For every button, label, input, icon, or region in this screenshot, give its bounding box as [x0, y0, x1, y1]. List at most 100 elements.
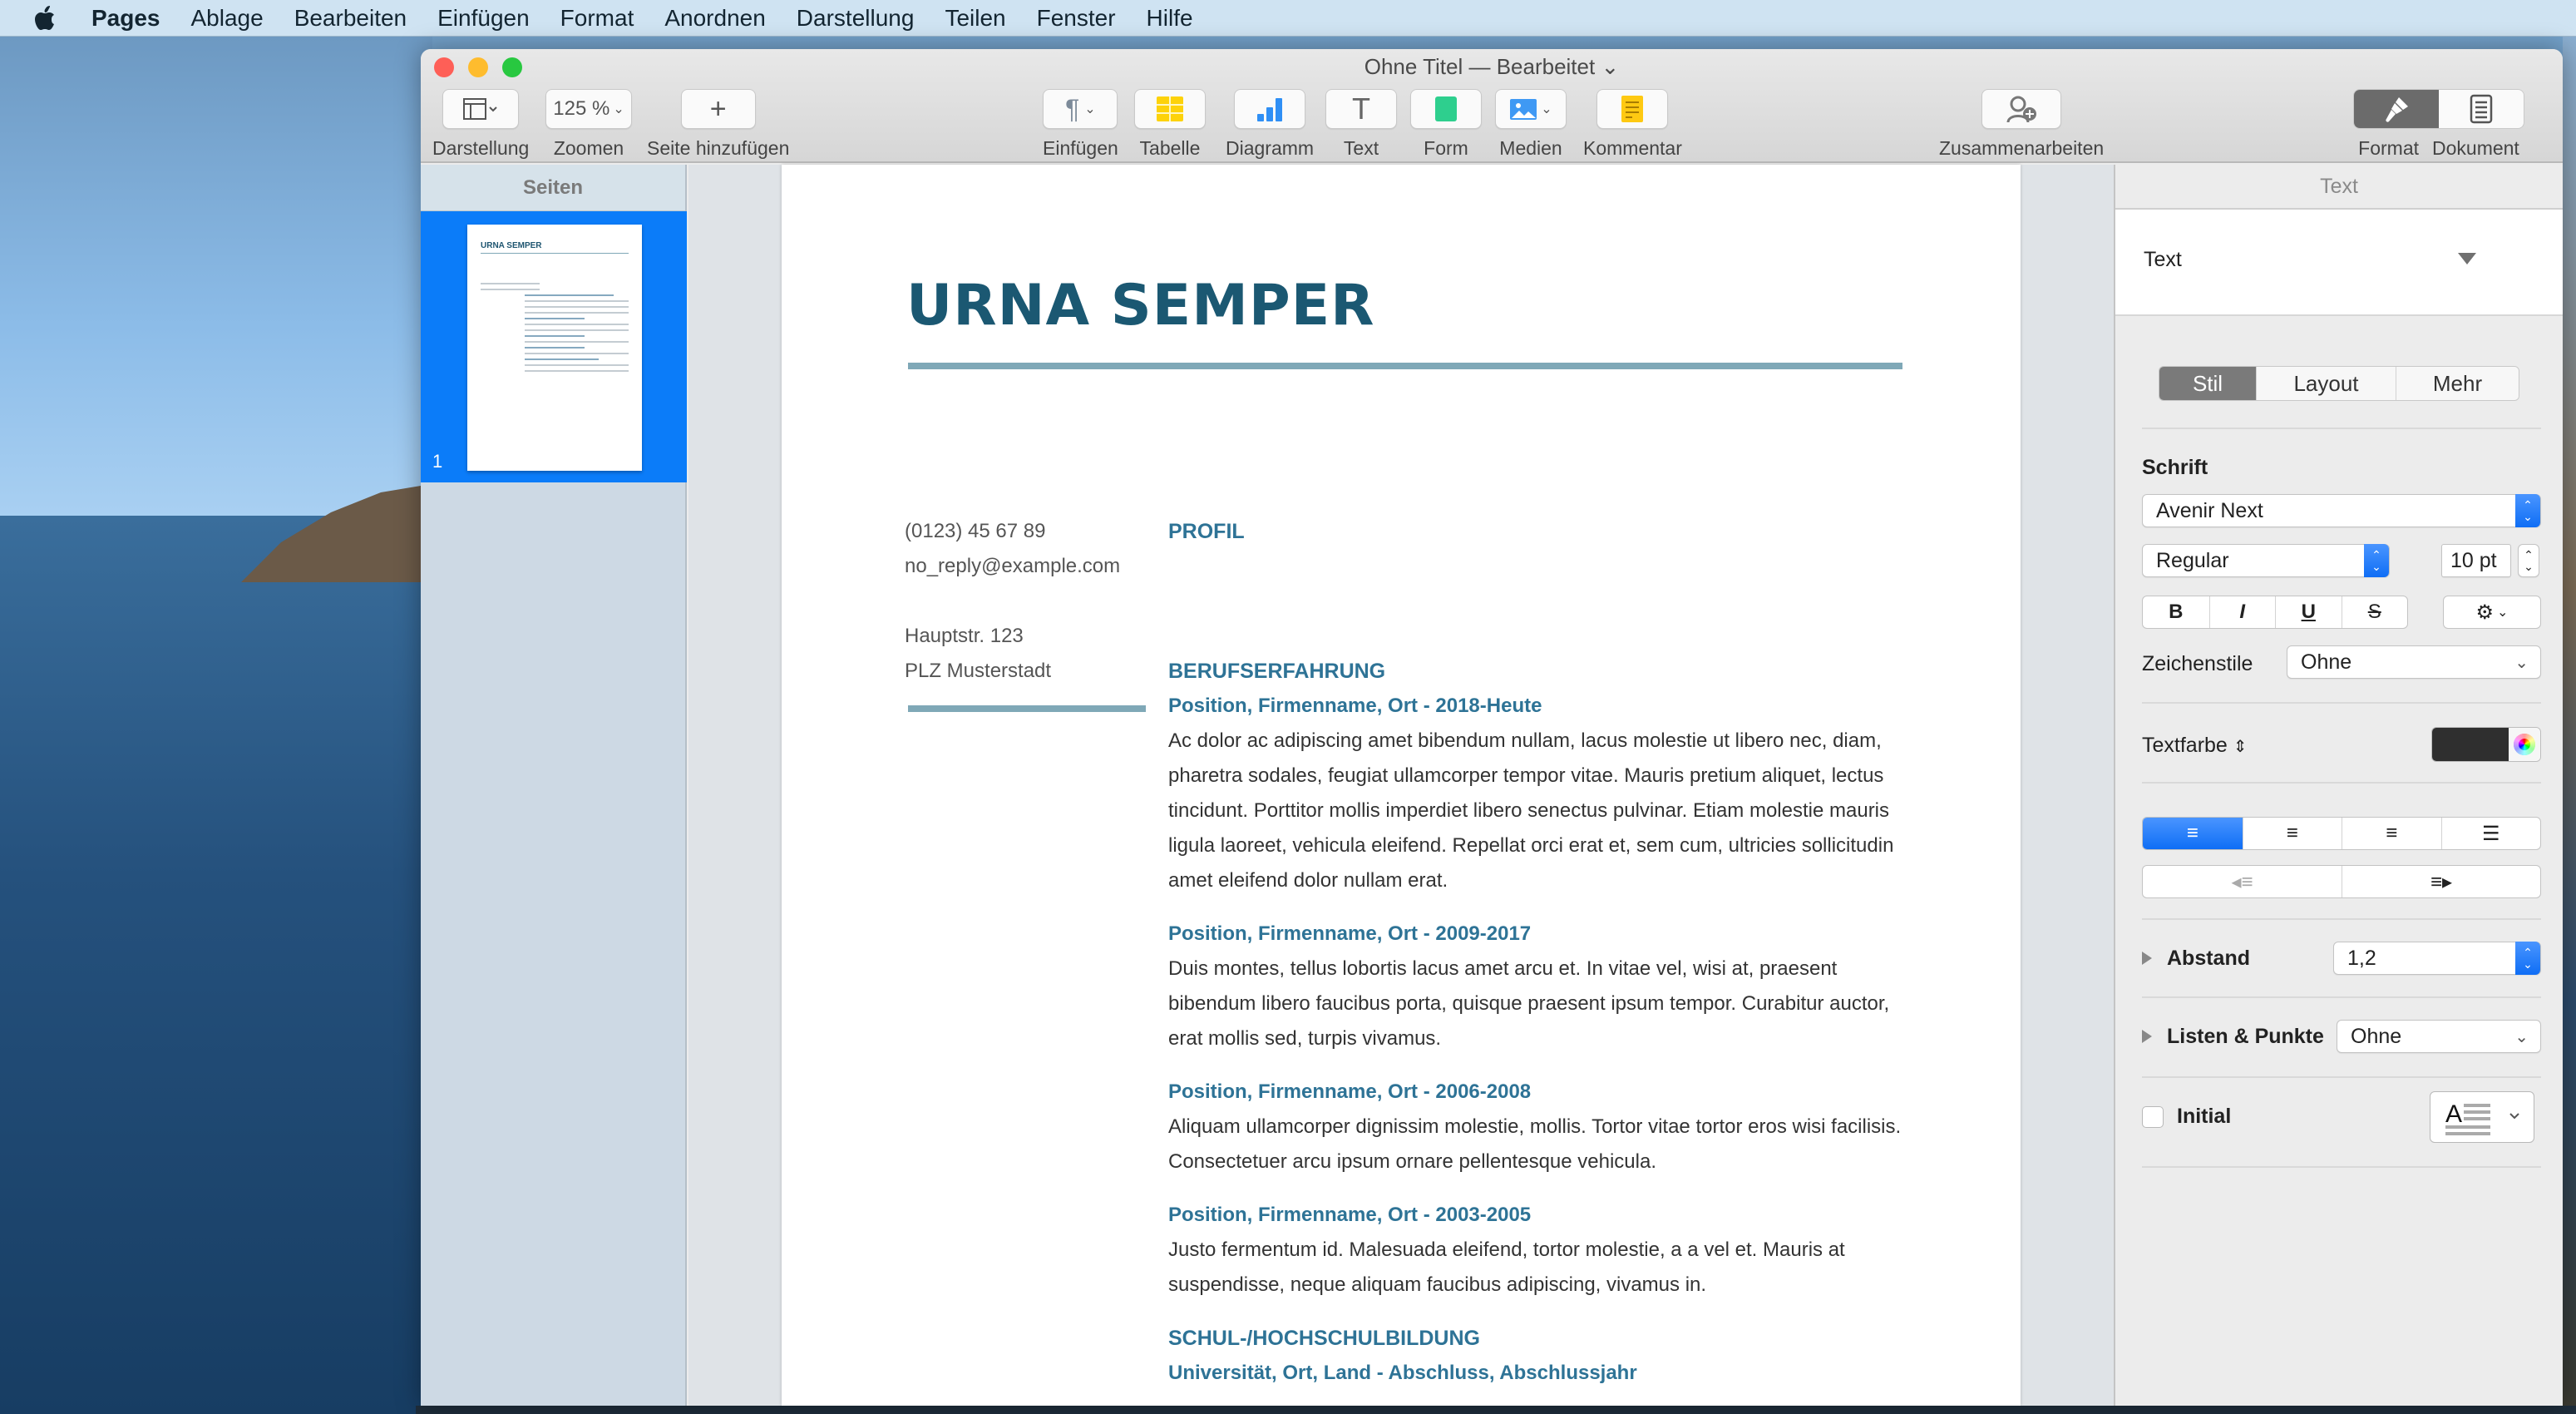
position-description[interactable]: Aliquam ullamcorper dignissim molestie, …: [1168, 1110, 1917, 1179]
tab-mehr[interactable]: Mehr: [2396, 367, 2519, 400]
insert-button[interactable]: ¶ ⌄: [1043, 89, 1118, 129]
education-heading[interactable]: SCHUL-/HOCHSCHULBILDUNG: [1168, 1321, 1917, 1356]
disclosure-triangle-icon[interactable]: [2458, 253, 2476, 265]
dropcap-checkbox[interactable]: [2142, 1106, 2164, 1128]
position-title[interactable]: Position, Firmenname, Ort - 2006-2008: [1168, 1075, 1917, 1110]
comment-tool[interactable]: Kommentar: [1583, 89, 1682, 160]
text-button[interactable]: T: [1325, 89, 1397, 129]
up-down-chevron-icon: ⇕: [2233, 738, 2248, 756]
view-menu[interactable]: Darstellung: [432, 89, 529, 160]
page-thumbnail-selected[interactable]: URNA SEMPER 1: [421, 211, 687, 482]
position-description[interactable]: Ac dolor ac adipiscing amet bibendum nul…: [1168, 724, 1917, 898]
zoom-select[interactable]: 125 % ⌄: [545, 89, 632, 129]
chart-button[interactable]: [1234, 89, 1306, 129]
typeface-select[interactable]: Regular ⌃ ⌄: [2142, 544, 2390, 577]
shape-button[interactable]: [1410, 89, 1482, 129]
color-swatch[interactable]: [2432, 728, 2509, 761]
menu-fenster[interactable]: Fenster: [1037, 5, 1116, 32]
resume-name[interactable]: URNA SEMPER: [906, 273, 1375, 339]
shape-tool[interactable]: Form: [1410, 89, 1482, 160]
contact-email[interactable]: no_reply@example.com: [905, 549, 1120, 584]
document-canvas: URNA SEMPER (0123) 45 67 89 no_reply@exa…: [688, 165, 2114, 1406]
view-button[interactable]: [442, 89, 520, 129]
increase-indent-button[interactable]: ≡▸: [2342, 866, 2540, 897]
table-icon: [1157, 96, 1183, 121]
chart-tool[interactable]: Diagramm: [1226, 89, 1314, 160]
contact-street[interactable]: Hauptstr. 123: [905, 619, 1120, 654]
position-description[interactable]: Duis montes, tellus lobortis lacus amet …: [1168, 952, 1917, 1056]
tab-layout[interactable]: Layout: [2256, 367, 2396, 400]
table-tool[interactable]: Tabelle: [1134, 89, 1206, 160]
thumb-line: [525, 335, 585, 337]
char-styles-select[interactable]: Ohne ⌄: [2287, 645, 2541, 679]
chevron-down-icon: ⌄: [1601, 54, 1620, 79]
paragraph-style-selector[interactable]: Text: [2115, 210, 2563, 316]
menu-pages[interactable]: Pages: [91, 5, 160, 32]
menu-bearbeiten[interactable]: Bearbeiten: [294, 5, 407, 32]
menu-format[interactable]: Format: [560, 5, 634, 32]
apple-menu-icon[interactable]: [33, 4, 57, 32]
collaborate-button[interactable]: [1981, 89, 2062, 129]
table-button[interactable]: [1134, 89, 1206, 129]
align-left-icon: ≡: [2186, 822, 2198, 844]
lists-select[interactable]: Ohne ⌄: [2337, 1020, 2541, 1053]
document-button[interactable]: [2439, 90, 2524, 128]
document-page[interactable]: URNA SEMPER (0123) 45 67 89 no_reply@exa…: [782, 165, 2021, 1406]
zoom-menu[interactable]: 125 % ⌄ Zoomen: [545, 89, 632, 160]
justify-button[interactable]: ☰: [2440, 818, 2541, 849]
format-button[interactable]: [2354, 90, 2439, 128]
text-color-well[interactable]: [2431, 727, 2541, 762]
menu-bar: Pages Ablage Bearbeiten Einfügen Format …: [0, 0, 2576, 37]
font-size-input[interactable]: 10 pt: [2441, 544, 2511, 577]
collaborate-tool[interactable]: Zusammenarbeiten: [1939, 89, 2104, 160]
comment-button[interactable]: [1596, 89, 1669, 129]
strikethrough-button[interactable]: S: [2341, 596, 2408, 628]
menu-darstellung[interactable]: Darstellung: [797, 5, 915, 32]
profile-heading[interactable]: PROFIL: [1168, 514, 1917, 549]
education-entry[interactable]: Universität, Ort, Land - Abschluss, Absc…: [1168, 1356, 1917, 1391]
menu-anordnen[interactable]: Anordnen: [664, 5, 765, 32]
media-button[interactable]: ⌄: [1495, 89, 1567, 129]
insert-menu[interactable]: ¶ ⌄ Einfügen: [1043, 89, 1118, 160]
inspector-header: Text: [2115, 165, 2563, 210]
position-title[interactable]: Position, Firmenname, Ort - 2009-2017: [1168, 917, 1917, 952]
menu-hilfe[interactable]: Hilfe: [1147, 5, 1193, 32]
add-page[interactable]: + Seite hinzufügen: [647, 89, 789, 160]
align-left-button[interactable]: ≡: [2143, 818, 2243, 849]
add-page-button[interactable]: +: [680, 89, 756, 129]
italic-button[interactable]: I: [2208, 596, 2276, 628]
tab-stil[interactable]: Stil: [2159, 367, 2256, 400]
text-color-label[interactable]: Textfarbe ⇕: [2142, 734, 2248, 758]
align-center-button[interactable]: ≡: [2242, 818, 2342, 849]
disclosure-triangle-icon[interactable]: [2142, 952, 2152, 965]
align-right-button[interactable]: ≡: [2342, 818, 2441, 849]
font-size-stepper[interactable]: ⌃ ⌄: [2518, 544, 2539, 577]
spacing-label[interactable]: Abstand: [2167, 947, 2250, 971]
media-menu[interactable]: ⌄ Medien: [1495, 89, 1567, 160]
menu-einfuegen[interactable]: Einfügen: [437, 5, 530, 32]
text-tool[interactable]: T Text: [1325, 89, 1397, 160]
dropcap-style-select[interactable]: A: [2430, 1091, 2534, 1143]
menu-teilen[interactable]: Teilen: [945, 5, 1005, 32]
comment-label: Kommentar: [1583, 137, 1682, 159]
main-column: PROFIL BERUFSERFAHRUNG Position, Firmenn…: [1168, 514, 1917, 1391]
contact-phone[interactable]: (0123) 45 67 89: [905, 514, 1120, 549]
menu-ablage[interactable]: Ablage: [191, 5, 264, 32]
up-down-chevron-icon: ⌃ ⌄: [2515, 494, 2540, 527]
underline-button[interactable]: U: [2275, 596, 2342, 628]
experience-heading[interactable]: BERUFSERFAHRUNG: [1168, 654, 1917, 689]
spacing-select[interactable]: 1,2 ⌃ ⌄: [2333, 942, 2541, 975]
position-title[interactable]: Position, Firmenname, Ort - 2003-2005: [1168, 1198, 1917, 1233]
lists-label[interactable]: Listen & Punkte: [2167, 1025, 2324, 1049]
bold-button[interactable]: B: [2143, 596, 2209, 628]
page-thumbnail[interactable]: URNA SEMPER: [467, 225, 642, 471]
decrease-indent-button[interactable]: ◂≡: [2143, 866, 2342, 897]
position-description[interactable]: Justo fermentum id. Malesuada eleifend, …: [1168, 1233, 1917, 1303]
position-title[interactable]: Position, Firmenname, Ort - 2018-Heute: [1168, 689, 1917, 724]
disclosure-triangle-icon[interactable]: [2142, 1030, 2152, 1043]
contact-city[interactable]: PLZ Musterstadt: [905, 654, 1120, 689]
window-title[interactable]: Ohne Titel — Bearbeitet ⌄: [421, 54, 2563, 80]
advanced-options-button[interactable]: ⚙ ⌄: [2443, 596, 2541, 629]
font-family-select[interactable]: Avenir Next ⌃ ⌄: [2142, 494, 2541, 527]
color-wheel-icon[interactable]: [2509, 728, 2540, 761]
